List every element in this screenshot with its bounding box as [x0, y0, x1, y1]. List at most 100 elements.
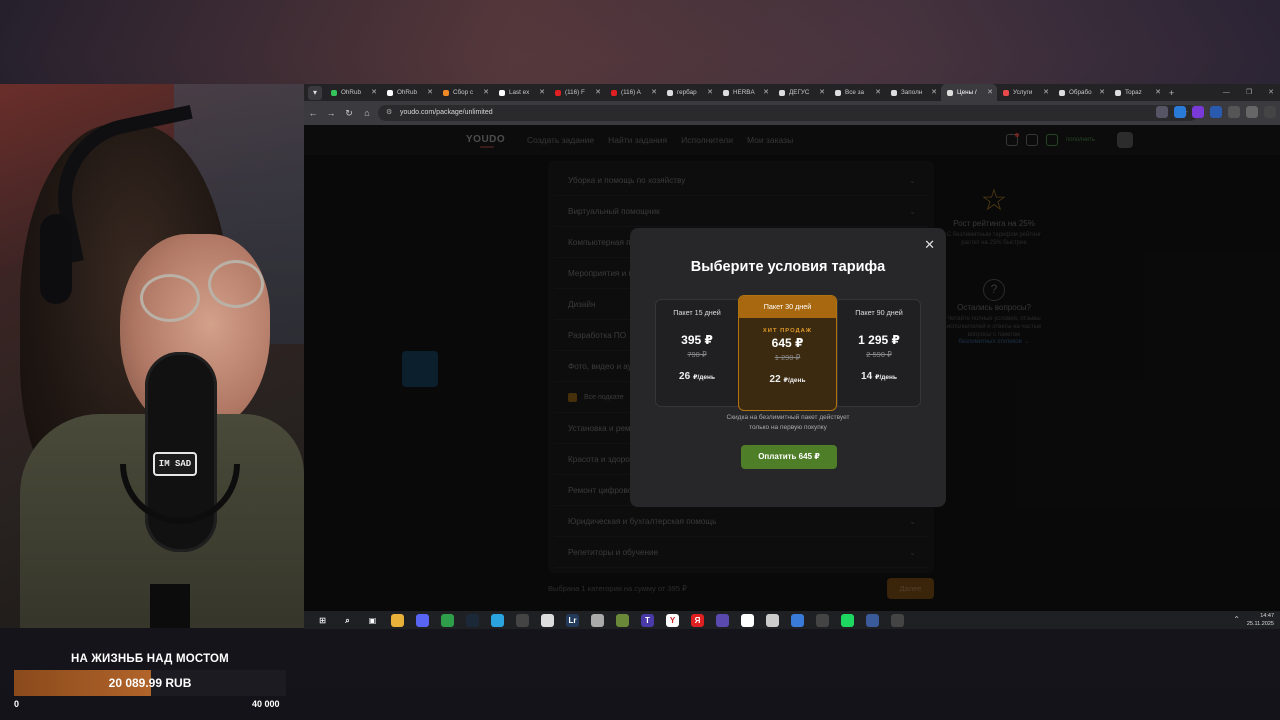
tab-close-icon[interactable]: ✕ — [931, 84, 937, 101]
url-text: youdo.com/package/unlimited — [400, 109, 493, 116]
plan-per-day: 26 ₽/день — [679, 371, 715, 382]
window-controls: — ❐ ✕ — [1223, 84, 1274, 101]
taskbar-clock[interactable]: 14:47 25.11.2025 — [1247, 612, 1274, 628]
profile-avatar[interactable] — [1246, 106, 1258, 118]
tab-favicon-icon — [835, 89, 841, 96]
forward-icon[interactable]: → — [322, 108, 340, 118]
lrc-icon[interactable]: Lr — [566, 613, 579, 627]
tab-close-icon[interactable]: ✕ — [427, 84, 433, 101]
app6-icon[interactable] — [866, 613, 879, 627]
windows-icon[interactable]: ⊞ — [316, 613, 329, 627]
stats-icon[interactable] — [791, 613, 804, 627]
tab-close-icon[interactable]: ✕ — [539, 84, 545, 101]
tab-close-icon[interactable]: ✕ — [651, 84, 657, 101]
extension-icon[interactable] — [1156, 106, 1168, 118]
minimize-icon[interactable]: — — [1223, 84, 1230, 101]
tab-close-icon[interactable]: ✕ — [875, 84, 881, 101]
extension-icon[interactable] — [1210, 106, 1222, 118]
telegram-icon[interactable] — [491, 613, 504, 627]
notepad-icon[interactable] — [741, 613, 754, 627]
yandex-browser-icon[interactable]: Y — [666, 613, 679, 627]
plan-90-days[interactable]: Пакет 90 дней 1 295 ₽ 2 590 ₽ 14 ₽/день — [837, 299, 921, 407]
browser-tab[interactable]: Все за ✕ — [829, 84, 885, 101]
t-icon[interactable]: T — [641, 613, 654, 627]
glasses-right-lens — [208, 260, 264, 308]
pay-button[interactable]: Оплатить 645 ₽ — [741, 445, 837, 469]
plan-15-days[interactable]: Пакет 15 дней 395 ₽ 790 ₽ 26 ₽/день — [655, 299, 739, 407]
browser-tab[interactable]: Услуги ✕ — [997, 84, 1053, 101]
steam-icon[interactable] — [466, 613, 479, 627]
browser-tab[interactable]: Цены / ✕ — [941, 84, 997, 101]
tab-favicon-icon — [1003, 89, 1009, 96]
close-icon[interactable]: ✕ — [924, 237, 935, 253]
spotify-icon[interactable] — [841, 613, 854, 627]
plan-options: Пакет 15 дней 395 ₽ 790 ₽ 26 ₽/день Паке… — [655, 295, 921, 411]
tab-label: Услуги — [1013, 89, 1033, 96]
tab-close-icon[interactable]: ✕ — [707, 84, 713, 101]
search-icon[interactable]: ⌕ — [341, 613, 354, 627]
tab-favicon-icon — [891, 89, 897, 96]
discord-icon[interactable] — [416, 613, 429, 627]
browser-tab[interactable]: HERBA ✕ — [717, 84, 773, 101]
tab-search-button[interactable]: ▾ — [308, 85, 322, 100]
browser-tab[interactable]: ДЕГУС ✕ — [773, 84, 829, 101]
extensions-puzzle-icon[interactable] — [1228, 106, 1240, 118]
chrome-icon[interactable] — [441, 613, 454, 627]
app2-icon[interactable] — [616, 613, 629, 627]
tab-favicon-icon — [331, 89, 337, 96]
tab-label: гербар — [677, 89, 697, 96]
extensions-row — [1156, 106, 1276, 118]
plan-price: 1 295 ₽ — [858, 333, 900, 347]
tab-close-icon[interactable]: ✕ — [1099, 84, 1105, 101]
tab-favicon-icon — [667, 89, 673, 96]
file-explorer-icon[interactable] — [391, 613, 404, 627]
calculator-icon[interactable] — [891, 613, 904, 627]
browser-tab[interactable]: OhRub ✕ — [325, 84, 381, 101]
tab-close-icon[interactable]: ✕ — [763, 84, 769, 101]
home-icon[interactable]: ⌂ — [358, 108, 376, 118]
maximize-icon[interactable]: ❐ — [1246, 84, 1252, 101]
browser-tab[interactable]: Заполн ✕ — [885, 84, 941, 101]
browser-tab[interactable]: (116) A ✕ — [605, 84, 661, 101]
new-tab-icon[interactable]: + — [1169, 88, 1174, 98]
browser-tab[interactable]: гербар ✕ — [661, 84, 717, 101]
browser-tab[interactable]: Сбор с ✕ — [437, 84, 493, 101]
tab-close-icon[interactable]: ✕ — [371, 84, 377, 101]
browser-tab[interactable]: (116) F ✕ — [549, 84, 605, 101]
yandex-icon[interactable]: Я — [691, 613, 704, 627]
tab-favicon-icon — [1059, 89, 1065, 96]
tab-close-icon[interactable]: ✕ — [987, 84, 993, 101]
browser-tab[interactable]: OhRub ✕ — [381, 84, 437, 101]
plan-per-day: 22 ₽/день — [769, 374, 806, 385]
url-input[interactable]: ⚙ youdo.com/package/unlimited ☆ — [378, 105, 1198, 121]
app5-icon[interactable] — [816, 613, 829, 627]
tab-close-icon[interactable]: ✕ — [819, 84, 825, 101]
app3-icon[interactable] — [716, 613, 729, 627]
extension-icon[interactable] — [1174, 106, 1186, 118]
goal-progress-bar: 20 089.99 RUB — [14, 670, 286, 696]
file-icon[interactable] — [541, 613, 554, 627]
app-icon[interactable] — [591, 613, 604, 627]
tab-close-icon[interactable]: ✕ — [1155, 84, 1161, 101]
browser-tab[interactable]: Обрабо ✕ — [1053, 84, 1109, 101]
tab-close-icon[interactable]: ✕ — [1043, 84, 1049, 101]
browser-menu-icon[interactable] — [1264, 106, 1276, 118]
reload-icon[interactable]: ↻ — [340, 108, 358, 119]
obs-icon[interactable] — [516, 613, 529, 627]
browser-tab[interactable]: Topaz ✕ — [1109, 84, 1165, 101]
tab-label: Обрабо — [1069, 89, 1092, 96]
app4-icon[interactable] — [766, 613, 779, 627]
mic-stand — [150, 584, 190, 628]
plan-30-days-selected[interactable]: Пакет 30 дней ХИТ ПРОДАЖ 645 ₽ 1 290 ₽ 2… — [738, 295, 837, 411]
site-info-icon[interactable]: ⚙ — [386, 105, 392, 121]
task-view-icon[interactable]: ▣ — [366, 613, 379, 627]
browser-tab[interactable]: Last ex ✕ — [493, 84, 549, 101]
extension-icon[interactable] — [1192, 106, 1204, 118]
tab-close-icon[interactable]: ✕ — [595, 84, 601, 101]
goal-min: 0 — [14, 699, 20, 709]
back-icon[interactable]: ← — [304, 108, 322, 118]
tab-close-icon[interactable]: ✕ — [483, 84, 489, 101]
close-window-icon[interactable]: ✕ — [1268, 84, 1274, 101]
system-tray-icon[interactable]: ⌃ — [1233, 615, 1240, 624]
plan-per-day: 14 ₽/день — [861, 371, 897, 382]
